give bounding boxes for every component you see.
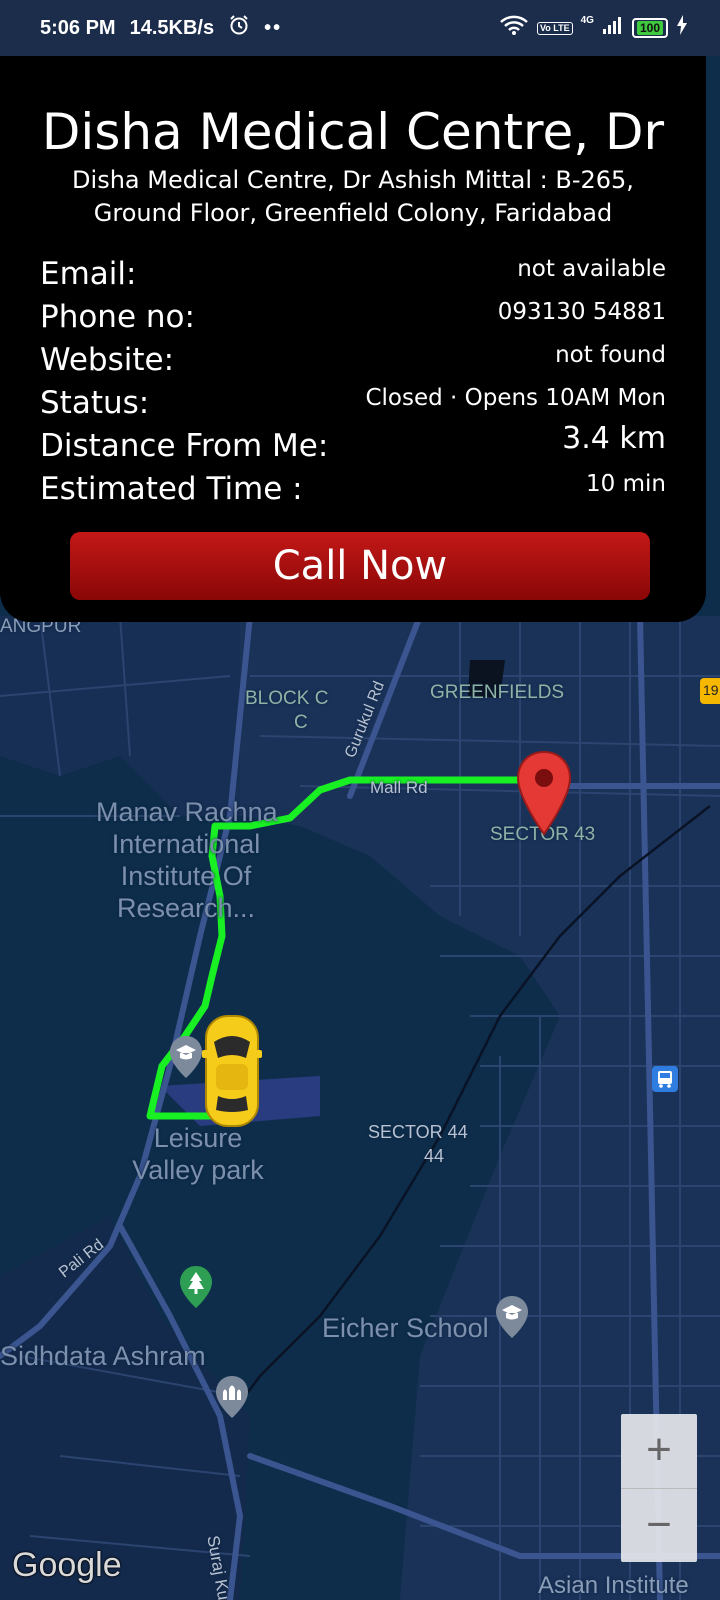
destination-marker-icon[interactable] [516,750,572,840]
alarm-icon [228,14,250,42]
google-logo: Google [12,1546,122,1584]
eicher-school-pin-icon[interactable] [494,1294,530,1340]
status-label: Status: [40,385,150,421]
map-label-sector-44: SECTOR 44 [368,1122,468,1142]
time-value: 10 min [586,471,666,497]
status-value: Closed · Opens 10AM Mon [365,385,666,411]
place-address: Disha Medical Centre, Dr Ashish Mittal :… [72,166,634,227]
status-row: Status: Closed · Opens 10AM Mon [40,381,666,421]
email-label: Email: [40,256,137,292]
phone-value[interactable]: 093130 54881 [498,297,666,327]
map-label-manav-rachna: Manav Rachna International Institute Of … [96,797,278,923]
school-pin-icon[interactable] [168,1034,204,1080]
map-label-leisure-valley: Leisure Valley park [132,1123,264,1185]
phone-row: Phone no: 093130 54881 [40,295,666,335]
status-bar: 5:06 PM 14.5KB/s •• Vo LTE 4G 100 [0,0,720,56]
volte-icon: Vo LTE [536,21,573,35]
website-label: Website: [40,342,175,378]
map-label-sector-44-num: 44 [424,1146,445,1166]
battery-level: 100 [636,21,663,35]
zoom-in-button[interactable]: + [621,1414,697,1488]
signal-icon [602,15,624,41]
phone-label: Phone no: [40,299,195,335]
map-label-eicher-school: Eicher School [322,1313,489,1343]
park-pin-icon[interactable] [178,1264,214,1310]
bus-stop-icon[interactable] [652,1066,678,1092]
map-label-sidhdata-ashram: Sidhdata Ashram [0,1341,206,1371]
distance-row: Distance From Me: 3.4 km [40,421,666,465]
call-now-button[interactable]: Call Now [70,532,650,600]
website-value: not found [555,342,666,368]
zoom-controls: + − [621,1414,697,1562]
status-time: 5:06 PM [40,16,116,39]
website-row: Website: not found [40,338,666,378]
charging-icon [676,15,688,41]
wifi-icon [499,14,529,42]
map-label-mall-rd: Mall Rd [370,778,428,797]
map-label-block-c: BLOCK C [245,688,329,709]
zoom-out-button[interactable]: − [621,1488,697,1562]
battery-icon: 100 [631,18,668,38]
map-label-greenfields: GREENFIELDS [430,682,565,703]
place-info-card: Disha Medical Centre, Dr Disha Medical C… [0,56,706,622]
temple-pin-icon[interactable] [214,1374,250,1420]
road-badge: 19 [703,682,719,698]
network-type: 4G [580,14,594,26]
distance-value: 3.4 km [562,421,666,456]
car-icon [202,1015,262,1127]
notification-dots: •• [264,16,283,39]
map-label-block-c2: C [294,712,308,733]
time-label: Estimated Time : [40,471,303,507]
email-value: not available [517,256,666,282]
place-title: Disha Medical Centre, Dr [41,103,665,161]
distance-label: Distance From Me: [40,428,329,464]
email-row: Email: not available [40,252,666,292]
time-row: Estimated Time : 10 min [40,467,666,507]
map-label-asian-institute: Asian Institute [538,1572,689,1599]
network-speed: 14.5KB/s [129,16,215,39]
